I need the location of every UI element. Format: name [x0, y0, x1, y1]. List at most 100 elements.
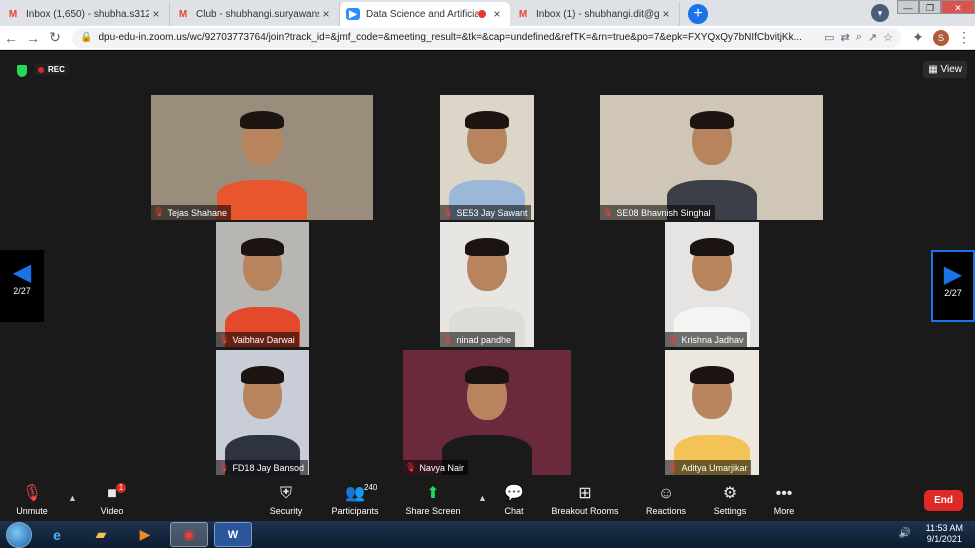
participants-count: 240: [364, 483, 378, 492]
participant-name: Tejas Shahane: [167, 207, 227, 218]
window-controls: — ❐ ✕: [897, 0, 975, 14]
previous-page-button[interactable]: ◀ 2/27: [0, 250, 44, 322]
tab-zoom-meeting[interactable]: ▶ Data Science and Artificial In ×: [340, 2, 510, 26]
chrome-taskbar-icon[interactable]: ◉: [170, 522, 208, 547]
close-tab-icon[interactable]: ×: [490, 7, 504, 21]
arrow-right-icon: ▶: [943, 261, 963, 288]
start-button[interactable]: [6, 521, 32, 548]
participant-tile[interactable]: 🎙 Aditya Umarjikar: [665, 350, 759, 475]
participant-hair: [240, 366, 285, 384]
more-button[interactable]: ••• More: [766, 485, 802, 516]
participant-name: SE08 Bhavnish Singhal: [616, 207, 711, 218]
grid-icon: ▦: [928, 64, 938, 75]
muted-mic-icon: 🎙: [153, 207, 165, 217]
muted-mic-icon: 🎙: [218, 462, 230, 472]
participant-name-label: 🎙 Krishna Jadhav: [665, 332, 748, 347]
end-meeting-button[interactable]: End: [924, 490, 963, 511]
participant-tile[interactable]: 🎙 SE08 Bhavnish Singhal: [600, 95, 823, 220]
reactions-button[interactable]: ☺ Reactions: [644, 485, 688, 516]
zoom-magnifier-icon[interactable]: ⌕: [856, 31, 862, 44]
participant-tile[interactable]: 🎙 Tejas Shahane: [151, 95, 373, 220]
close-tab-icon[interactable]: ×: [659, 7, 673, 21]
tab-inbox-shubha[interactable]: M Inbox (1,650) - shubha.s312@gm ×: [0, 2, 170, 26]
chat-bubble-icon: 💬: [504, 485, 524, 502]
participant-name: ninad pandhe: [456, 334, 511, 345]
muted-mic-icon: 🎙: [442, 207, 454, 217]
unmute-button[interactable]: 🎙 Unmute: [12, 485, 52, 516]
forward-icon[interactable]: →: [22, 30, 44, 46]
media-player-icon[interactable]: ▶: [126, 522, 164, 547]
record-dot-icon: [38, 66, 44, 73]
participants-button[interactable]: 👥 240 Participants: [328, 483, 382, 516]
new-tab-button[interactable]: +: [688, 4, 708, 24]
meeting-toolbar: 🎙 Unmute ▲ ■ 1 Video ⛨ Security 👥 240 Pa…: [0, 481, 975, 521]
more-dots-icon: •••: [775, 485, 793, 502]
mic-off-icon: 🎙: [21, 485, 43, 502]
tab-inbox-shubhangi[interactable]: M Inbox (1) - shubhangi.dit@gmail ×: [510, 2, 680, 26]
share-screen-button[interactable]: ⬆ Share Screen: [404, 485, 462, 516]
reload-icon[interactable]: ↻: [44, 29, 66, 46]
clock-time: 11:53 AM: [925, 523, 963, 533]
security-label: Security: [269, 506, 303, 516]
participant-name: SE53 Jay Sawant: [456, 207, 528, 218]
settings-label: Settings: [713, 506, 747, 516]
share-options-caret-icon[interactable]: ▲: [478, 493, 487, 503]
video-button[interactable]: ■ 1 Video: [92, 483, 132, 516]
minimize-button[interactable]: —: [897, 0, 919, 14]
encryption-shield-icon[interactable]: [17, 65, 27, 77]
maximize-button[interactable]: ❐: [919, 0, 941, 14]
close-window-button[interactable]: ✕: [941, 0, 975, 14]
participant-name-label: 🎙 SE08 Bhavnish Singhal: [600, 205, 715, 220]
internet-explorer-icon[interactable]: e: [38, 522, 76, 547]
word-taskbar-icon[interactable]: W: [214, 522, 252, 547]
audio-options-caret-icon[interactable]: ▲: [68, 493, 77, 503]
participant-tile[interactable]: 🎙 Navya Nair: [403, 350, 571, 475]
url-field[interactable]: 🔒 dpu-edu-in.zoom.us/wc/92703773764/join…: [72, 27, 901, 48]
participant-name-label: 🎙 Navya Nair: [403, 460, 468, 475]
settings-button[interactable]: ⚙ Settings: [710, 485, 750, 516]
tab-club[interactable]: M Club - shubhangi.suryawanshi@d ×: [170, 2, 340, 26]
address-bar-row: ← → ↻ 🔒 dpu-edu-in.zoom.us/wc/9270377376…: [0, 26, 975, 50]
chat-button[interactable]: 💬 Chat: [496, 485, 532, 516]
next-page-button[interactable]: ▶ 2/27: [931, 250, 975, 322]
participant-hair: [465, 111, 509, 129]
view-button[interactable]: ▦ View: [923, 61, 967, 78]
participant-hair: [689, 111, 734, 129]
profile-avatar[interactable]: S: [933, 29, 949, 46]
cast-icon[interactable]: ▭: [824, 31, 834, 44]
close-tab-icon[interactable]: ×: [319, 7, 333, 21]
participant-tile[interactable]: 🎙 Vaibhav Darwai: [216, 222, 309, 347]
close-tab-icon[interactable]: ×: [149, 7, 163, 21]
security-button[interactable]: ⛨ Security: [266, 485, 306, 516]
muted-mic-icon: 🎙: [667, 334, 679, 344]
participant-name: Vaibhav Darwai: [232, 334, 295, 345]
translate-icon[interactable]: ⇄: [841, 31, 850, 44]
chrome-profile-icon[interactable]: ▾: [871, 4, 889, 22]
back-icon[interactable]: ←: [0, 30, 22, 46]
participant-hair: [240, 111, 284, 129]
participant-tile[interactable]: 🎙 ninad pandhe: [440, 222, 534, 347]
file-explorer-icon[interactable]: ▰: [82, 522, 120, 547]
menu-kebab-icon[interactable]: ⋮: [953, 29, 975, 46]
share-screen-icon: ⬆: [426, 485, 440, 502]
participant-tile[interactable]: 🎙 Krishna Jadhav: [665, 222, 759, 347]
bookmark-star-icon[interactable]: ☆: [883, 31, 893, 44]
share-icon[interactable]: ↗: [868, 31, 877, 44]
recording-badge: REC: [34, 64, 69, 75]
system-clock[interactable]: 11:53 AM 9/1/2021: [926, 523, 963, 545]
participant-tile[interactable]: 🎙 FD18 Jay Bansod: [216, 350, 309, 475]
muted-mic-icon: 🎙: [218, 334, 230, 344]
participant-tile[interactable]: 🎙 SE53 Jay Sawant: [440, 95, 534, 220]
breakout-rooms-button[interactable]: ⊞ Breakout Rooms: [550, 485, 620, 516]
browser-tab-bar: M Inbox (1,650) - shubha.s312@gm × M Clu…: [0, 0, 975, 26]
participant-name-label: 🎙 Tejas Shahane: [151, 205, 231, 220]
extensions-icon[interactable]: ✦: [907, 29, 929, 46]
url-text: dpu-edu-in.zoom.us/wc/92703773764/join?t…: [98, 32, 802, 43]
participant-hair: [465, 366, 509, 384]
recording-indicator-icon: [478, 10, 486, 18]
volume-icon[interactable]: 🔊: [899, 528, 911, 539]
clock-date: 9/1/2021: [926, 534, 962, 544]
participant-hair: [465, 238, 509, 256]
participant-hair: [240, 238, 285, 256]
lock-icon[interactable]: 🔒: [80, 32, 92, 43]
